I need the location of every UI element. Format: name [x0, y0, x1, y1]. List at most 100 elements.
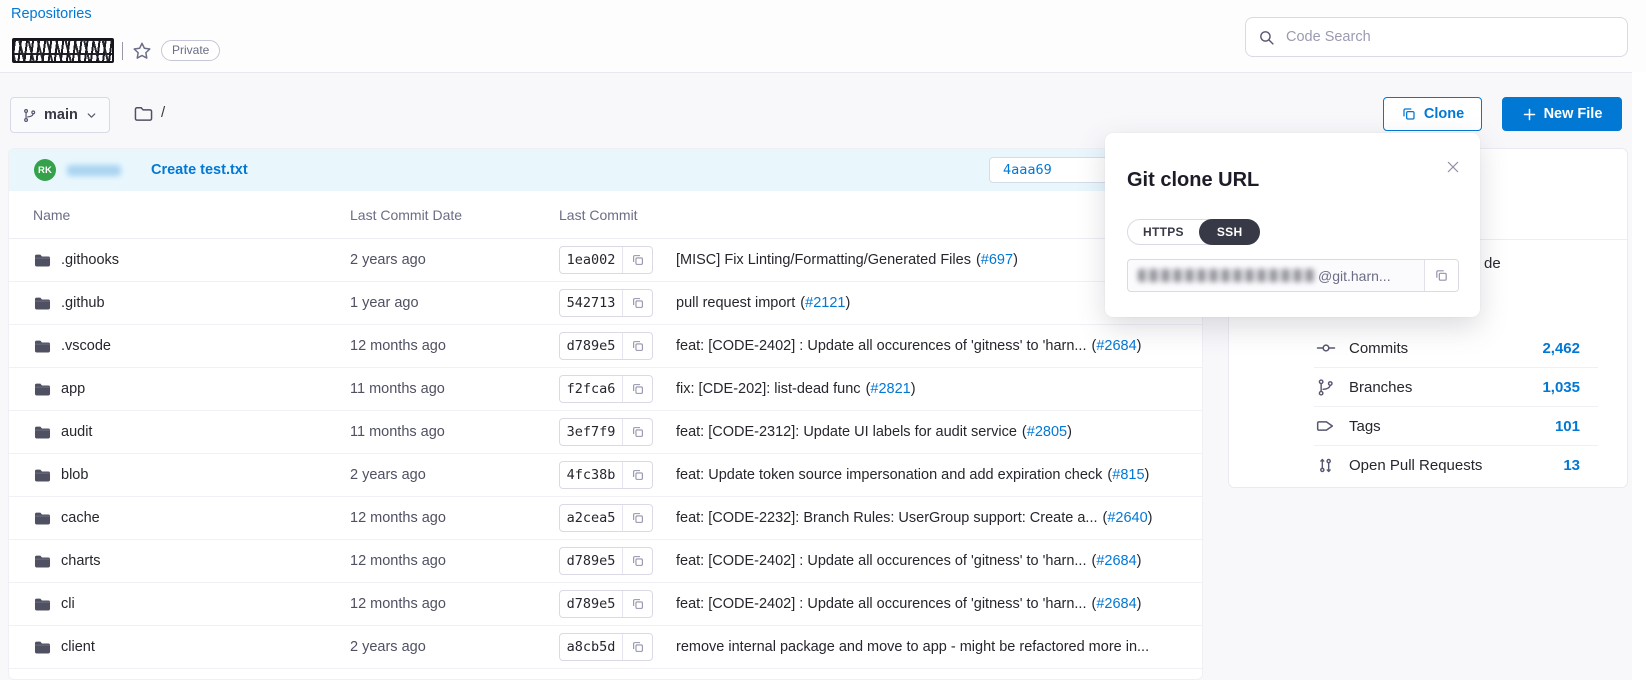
commit-message[interactable]: feat: [CODE-2312]: Update UI labels for … — [676, 424, 1017, 440]
pr-link[interactable]: #2121 — [805, 295, 845, 311]
commit-cell: a8cb5d remove internal package and move … — [559, 633, 1202, 661]
clipped-text: de — [1484, 255, 1501, 272]
latest-commit-banner: RK Create test.txt 4aaa69 — [9, 149, 1202, 191]
copy-sha-button[interactable] — [622, 333, 652, 359]
folder-cell[interactable]: blob — [9, 466, 350, 485]
branch-selector[interactable]: main — [10, 97, 110, 133]
pr-link[interactable]: #2821 — [870, 381, 910, 397]
sha-pill[interactable]: d789e5 — [559, 590, 653, 618]
commit-date: 12 months ago — [350, 596, 559, 612]
commit-message[interactable]: fix: [CDE-202]: list-dead func — [676, 381, 861, 397]
folder-cell[interactable]: .github — [9, 294, 350, 313]
folder-cell[interactable]: app — [9, 380, 350, 399]
star-icon[interactable] — [131, 40, 153, 62]
commit-message[interactable]: remove internal package and move to app … — [676, 639, 1149, 655]
sha-pill[interactable]: d789e5 — [559, 332, 653, 360]
copy-sha-button[interactable] — [622, 419, 652, 445]
folder-cell[interactable]: .vscode — [9, 337, 350, 356]
folder-cell[interactable]: cli — [9, 595, 350, 614]
stat-label: Branches — [1349, 379, 1412, 396]
commit-message[interactable]: pull request import — [676, 295, 795, 311]
folder-cell[interactable]: client — [9, 638, 350, 657]
table-row: app 11 months ago f2fca6 fix: [CDE-202]:… — [9, 368, 1202, 411]
folder-icon — [33, 552, 52, 571]
folder-cell[interactable]: cache — [9, 509, 350, 528]
folder-name: client — [61, 639, 95, 655]
copy-url-button[interactable] — [1424, 259, 1458, 292]
clone-button[interactable]: Clone — [1383, 97, 1482, 131]
copy-sha-button[interactable] — [622, 376, 652, 402]
table-header: Name Last Commit Date Last Commit — [9, 191, 1202, 239]
stat-row-tags: Tags 101 — [1314, 407, 1598, 446]
sha-pill[interactable]: a2cea5 — [559, 504, 653, 532]
latest-commit-sha: 4aaa69 — [990, 162, 1052, 178]
folder-cell[interactable]: .githooks — [9, 251, 350, 270]
copy-sha-button[interactable] — [622, 247, 652, 273]
copy-sha-button[interactable] — [622, 462, 652, 488]
latest-commit-link[interactable]: Create test.txt — [151, 162, 248, 178]
copy-sha-button[interactable] — [622, 634, 652, 660]
pr-link[interactable]: #2684 — [1096, 338, 1136, 354]
pr-link[interactable]: #815 — [1112, 467, 1144, 483]
commit-message[interactable]: [MISC] Fix Linting/Formatting/Generated … — [676, 252, 971, 268]
stat-value[interactable]: 101 — [1555, 418, 1580, 435]
commit-date: 12 months ago — [350, 338, 559, 354]
pr-link[interactable]: #2805 — [1027, 424, 1067, 440]
folder-icon — [33, 380, 52, 399]
copy-sha-button[interactable] — [622, 290, 652, 316]
stat-value[interactable]: 1,035 — [1542, 379, 1580, 396]
pr-link[interactable]: #2640 — [1107, 510, 1147, 526]
commit-icon — [1316, 338, 1338, 358]
sha-pill[interactable]: d789e5 — [559, 547, 653, 575]
pr-link[interactable]: #2684 — [1096, 553, 1136, 569]
commit-date: 2 years ago — [350, 467, 559, 483]
table-row: .vscode 12 months ago d789e5 feat: [CODE… — [9, 325, 1202, 368]
pr-link[interactable]: #697 — [981, 252, 1013, 268]
folder-name: .githooks — [61, 252, 119, 268]
path-root[interactable]: / — [161, 104, 165, 121]
new-file-button[interactable]: New File — [1502, 97, 1622, 131]
commit-cell: d789e5 feat: [CODE-2402] : Update all oc… — [559, 547, 1202, 575]
folder-name: .vscode — [61, 338, 111, 354]
copy-sha-button[interactable] — [622, 548, 652, 574]
commit-date: 11 months ago — [350, 381, 559, 397]
commit-sha: 1ea002 — [560, 252, 622, 268]
commit-pr-wrap: (#2805) — [1022, 424, 1072, 440]
sha-pill[interactable]: 542713 — [559, 289, 653, 317]
stat-value[interactable]: 13 — [1563, 457, 1580, 474]
sha-pill[interactable]: 3ef7f9 — [559, 418, 653, 446]
stat-value[interactable]: 2,462 — [1542, 340, 1580, 357]
commit-pr-wrap: (#697) — [976, 252, 1018, 268]
breadcrumb[interactable]: Repositories — [11, 6, 92, 22]
commit-message[interactable]: feat: [CODE-2402] : Update all occurence… — [676, 596, 1087, 612]
sha-pill[interactable]: 1ea002 — [559, 246, 653, 274]
commit-pr-wrap: (#2684) — [1092, 596, 1142, 612]
folder-name: .github — [61, 295, 105, 311]
commit-message[interactable]: feat: [CODE-2232]: Branch Rules: UserGro… — [676, 510, 1098, 526]
folder-icon — [33, 423, 52, 442]
sha-pill[interactable]: 4fc38b — [559, 461, 653, 489]
commit-message[interactable]: feat: [CODE-2402] : Update all occurence… — [676, 338, 1087, 354]
copy-sha-button[interactable] — [622, 591, 652, 617]
folder-cell[interactable]: audit — [9, 423, 350, 442]
folder-cell[interactable]: charts — [9, 552, 350, 571]
commit-message[interactable]: feat: [CODE-2402] : Update all occurence… — [676, 553, 1087, 569]
sha-pill[interactable]: f2fca6 — [559, 375, 653, 403]
clone-url-suffix: @git.harn... — [1318, 268, 1391, 284]
folder-name: audit — [61, 424, 92, 440]
pr-link[interactable]: #2684 — [1096, 596, 1136, 612]
commit-message[interactable]: feat: Update token source impersonation … — [676, 467, 1102, 483]
clone-url-field[interactable]: @git.harn... — [1127, 259, 1459, 292]
tab-https[interactable]: HTTPS — [1128, 220, 1199, 244]
search-input[interactable] — [1284, 28, 1615, 46]
repo-title-row: Private — [12, 38, 220, 63]
tab-ssh[interactable]: SSH — [1199, 219, 1261, 245]
clone-icon — [1401, 106, 1417, 122]
copy-sha-button[interactable] — [622, 505, 652, 531]
sha-pill[interactable]: a8cb5d — [559, 633, 653, 661]
close-icon[interactable] — [1445, 159, 1461, 175]
stat-label: Open Pull Requests — [1349, 457, 1482, 474]
popup-title: Git clone URL — [1127, 169, 1259, 192]
folder-icon — [33, 509, 52, 528]
chevron-down-icon — [85, 109, 98, 122]
